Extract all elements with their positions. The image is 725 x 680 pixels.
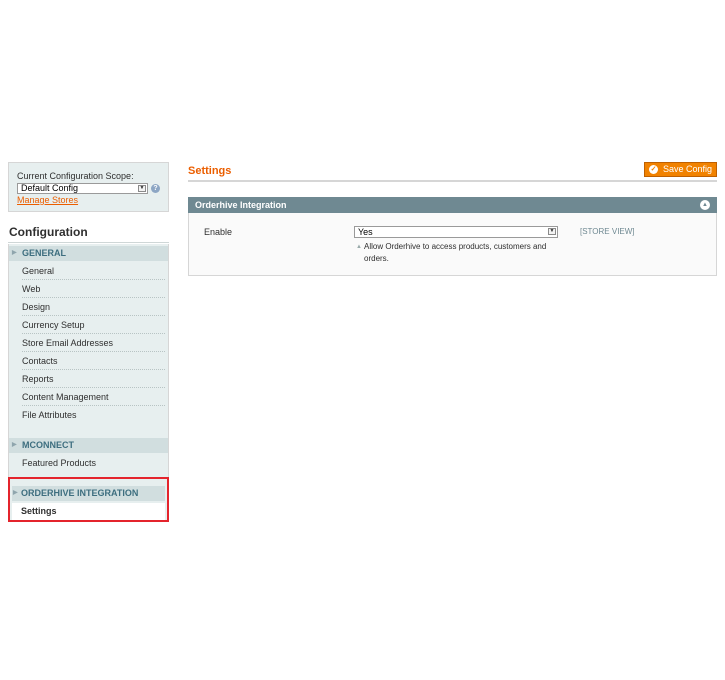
- enable-note-text: Allow Orderhive to access products, cust…: [364, 242, 547, 263]
- scope-select[interactable]: Default Config ▼: [17, 183, 148, 194]
- section-orderhive-integration[interactable]: ▶ ORDERHIVE INTEGRATION: [12, 486, 165, 501]
- section-mconnect[interactable]: ▶ MCONNECT: [9, 438, 168, 453]
- fieldset-body: Enable Yes ▼ ▲ Allow Orderhive to access…: [188, 213, 717, 276]
- triangle-right-icon: ▶: [12, 250, 17, 256]
- checkmark-icon: ✓: [649, 165, 658, 174]
- section-general[interactable]: ▶ GENERAL: [9, 246, 168, 261]
- nav-item-file-attributes[interactable]: File Attributes: [22, 406, 165, 424]
- chevron-down-icon: ▼: [548, 228, 556, 235]
- nav-item-currency-setup[interactable]: Currency Setup: [22, 316, 165, 334]
- title-divider: [188, 180, 717, 182]
- nav-item-design[interactable]: Design: [22, 298, 165, 316]
- triangle-right-icon: ▶: [13, 490, 18, 496]
- nav-item-featured-products[interactable]: Featured Products: [22, 454, 165, 472]
- section-orderhive-title: ORDERHIVE INTEGRATION: [21, 488, 139, 498]
- enable-note: ▲ Allow Orderhive to access products, cu…: [354, 241, 559, 265]
- section-general-title: GENERAL: [22, 248, 67, 258]
- nav-item-web[interactable]: Web: [22, 280, 165, 298]
- collapse-icon[interactable]: ▲: [700, 200, 710, 210]
- configuration-heading: Configuration: [8, 223, 169, 243]
- enable-select-value: Yes: [358, 227, 373, 237]
- scope-select-value: Default Config: [21, 183, 79, 193]
- manage-stores-link[interactable]: Manage Stores: [17, 195, 168, 205]
- nav-item-settings[interactable]: Settings: [12, 503, 165, 520]
- nav-item-content-management[interactable]: Content Management: [22, 388, 165, 406]
- save-config-button[interactable]: ✓ Save Config: [644, 162, 717, 177]
- scope-tag: [STORE VIEW]: [580, 227, 635, 236]
- scope-switcher: Current Configuration Scope: Default Con…: [8, 162, 169, 212]
- fieldset-title: Orderhive Integration: [195, 200, 287, 210]
- section-mconnect-title: MCONNECT: [22, 440, 74, 450]
- help-icon[interactable]: ?: [151, 184, 160, 193]
- enable-select[interactable]: Yes ▼: [354, 226, 558, 238]
- scope-label: Current Configuration Scope:: [17, 171, 134, 181]
- chevron-down-icon: ▼: [138, 185, 146, 192]
- highlighted-section: ▶ ORDERHIVE INTEGRATION Settings: [8, 477, 169, 522]
- triangle-right-icon: ▶: [12, 442, 17, 448]
- nav-item-reports[interactable]: Reports: [22, 370, 165, 388]
- nav-item-contacts[interactable]: Contacts: [22, 352, 165, 370]
- nav-item-general[interactable]: General: [22, 262, 165, 280]
- scope-row: Default Config ▼ ?: [17, 183, 168, 194]
- fieldset-header[interactable]: Orderhive Integration ▲: [188, 197, 717, 213]
- save-config-label: Save Config: [663, 164, 713, 174]
- nav-item-store-email-addresses[interactable]: Store Email Addresses: [22, 334, 165, 352]
- enable-label: Enable: [204, 227, 233, 237]
- page-title: Settings: [188, 165, 232, 177]
- triangle-up-icon: ▲: [356, 244, 362, 250]
